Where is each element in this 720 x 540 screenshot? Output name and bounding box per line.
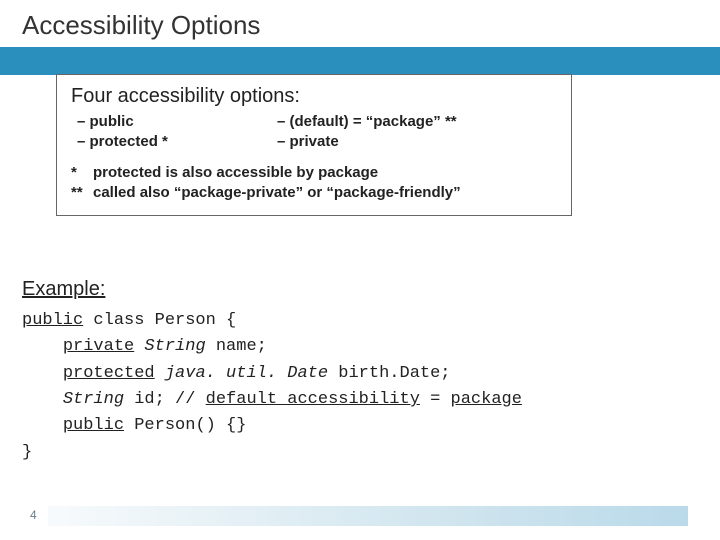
kw-protected: protected — [63, 364, 155, 383]
footnote-1: * protected is also accessible by packag… — [71, 163, 557, 183]
options-box: Four accessibility options: public prote… — [56, 74, 572, 216]
footnote-2-text: called also “package-private” or “packag… — [93, 183, 557, 203]
code-text: name; — [206, 337, 267, 356]
code-text: = — [420, 390, 451, 409]
title-bar: Accessibility Options — [0, 0, 720, 47]
slide-title: Accessibility Options — [22, 10, 720, 41]
options-columns: public protected * (default) = “package”… — [71, 112, 557, 153]
footnotes: * protected is also accessible by packag… — [71, 163, 557, 204]
accent-band — [0, 47, 720, 75]
footer-gradient — [48, 506, 688, 526]
type-string: String — [134, 337, 205, 356]
kw-public-ctor: public — [63, 416, 124, 435]
kw-package: package — [451, 390, 522, 409]
code-text: id; // — [124, 390, 206, 409]
footnote-1-text: protected is also accessible by package — [93, 163, 557, 183]
code-block: public class Person { private String nam… — [22, 308, 522, 466]
option-private: private — [271, 132, 557, 152]
type-date: java. util. Date — [155, 364, 328, 383]
footnote-2-mark: ** — [71, 183, 93, 203]
kw-default-accessibility: default accessibility — [206, 390, 420, 409]
code-text: Person() {} — [124, 416, 246, 435]
footnote-1-mark: * — [71, 163, 93, 183]
example-heading: Example: — [22, 278, 105, 301]
kw-public-class: public — [22, 311, 83, 330]
kw-private: private — [63, 337, 134, 356]
box-heading: Four accessibility options: — [71, 85, 557, 108]
options-col-left: public protected * — [71, 112, 271, 153]
page-number: 4 — [30, 508, 37, 522]
code-text: birth.Date; — [328, 364, 450, 383]
option-default: (default) = “package” ** — [271, 112, 557, 132]
option-protected: protected * — [71, 132, 271, 152]
options-col-right: (default) = “package” ** private — [271, 112, 557, 153]
code-text: class Person { — [83, 311, 236, 330]
option-public: public — [71, 112, 271, 132]
code-close-brace: } — [22, 443, 32, 462]
type-string-2: String — [63, 390, 124, 409]
footnote-2: ** called also “package-private” or “pac… — [71, 183, 557, 203]
